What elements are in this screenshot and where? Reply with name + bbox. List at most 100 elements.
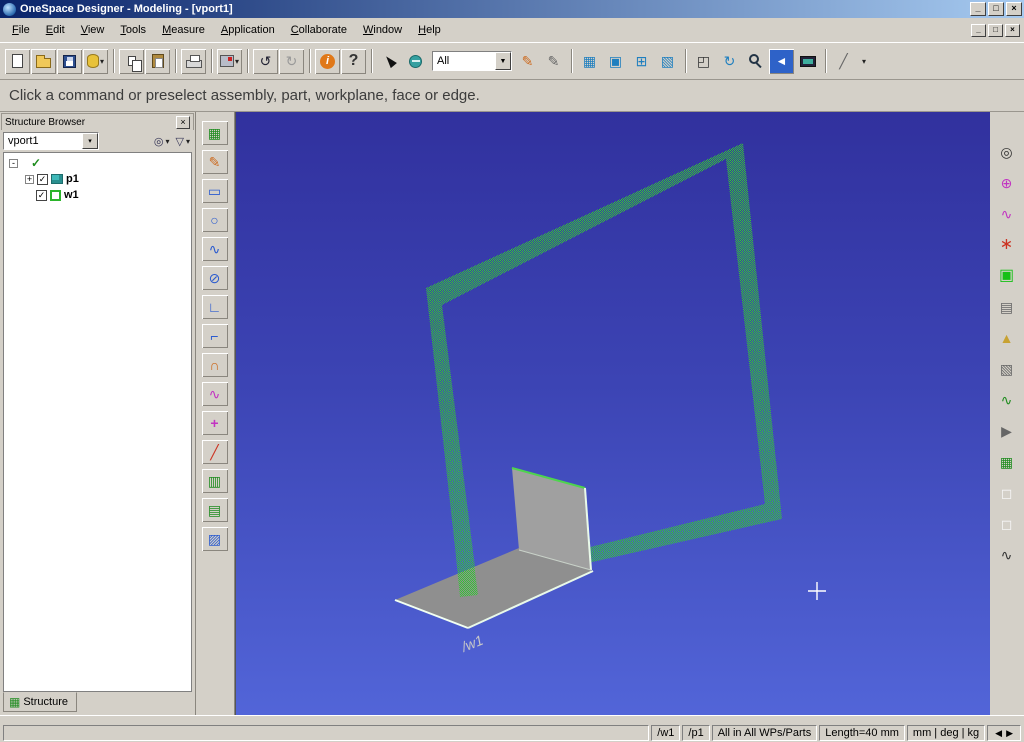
- print-button[interactable]: [181, 48, 206, 74]
- axis-tool-button[interactable]: ⊕: [994, 171, 1020, 195]
- database-button[interactable]: ▾: [83, 48, 108, 74]
- mdi-minimize-button[interactable]: _: [971, 23, 986, 37]
- root-node-dropdown-button[interactable]: ▾: [82, 133, 98, 149]
- cylinder-tool-button[interactable]: ◎: [994, 140, 1020, 164]
- back-view-button[interactable]: ◄: [769, 48, 794, 74]
- status-scope-field[interactable]: All in All WPs/Parts: [711, 725, 818, 741]
- menu-edit[interactable]: Edit: [38, 21, 73, 39]
- structure-tool-button[interactable]: ▦: [201, 121, 228, 145]
- menu-collaborate[interactable]: Collaborate: [283, 21, 355, 39]
- open-button[interactable]: [31, 48, 56, 74]
- nav-right-icon[interactable]: ▶: [1006, 728, 1013, 739]
- copy-button[interactable]: [119, 48, 144, 74]
- p1-checkbox[interactable]: ✓: [37, 173, 48, 185]
- w1-label[interactable]: w1: [64, 189, 79, 201]
- root-collapse-toggle[interactable]: -: [9, 158, 18, 168]
- find-dropdown-icon[interactable]: ▾: [166, 137, 170, 146]
- p1-expand-toggle[interactable]: +: [25, 174, 34, 184]
- zoom-window-button[interactable]: ▣: [603, 48, 628, 74]
- find-button[interactable]: ◎ ▾: [151, 132, 172, 150]
- workplane-frame[interactable]: [426, 143, 782, 592]
- viewport[interactable]: /w1: [235, 112, 990, 715]
- wave-tool-button[interactable]: ∿: [994, 388, 1020, 412]
- filter-button[interactable]: ▽ ▾: [173, 132, 192, 150]
- revolve-tool-button[interactable]: ▤: [201, 498, 228, 522]
- minimize-button[interactable]: _: [970, 2, 986, 16]
- status-part-field[interactable]: /p1: [682, 725, 710, 741]
- annotation-pencil-button[interactable]: ✎: [541, 48, 566, 74]
- info-button[interactable]: i: [315, 48, 340, 74]
- model-settings-dropdown-icon[interactable]: ▾: [235, 57, 239, 66]
- structure-browser-close-button[interactable]: ×: [176, 115, 190, 129]
- zoom-in-button[interactable]: [743, 48, 768, 74]
- point-tool-button[interactable]: +: [201, 411, 228, 435]
- select-window-button[interactable]: ◰: [691, 48, 716, 74]
- line-tool-button[interactable]: ╱: [201, 440, 228, 464]
- arc-tool-button[interactable]: ∩: [201, 353, 228, 377]
- redo-button[interactable]: ↻: [279, 48, 304, 74]
- extrude-tool-button[interactable]: ▥: [201, 469, 228, 493]
- curve3d-tool-button[interactable]: ∿: [994, 202, 1020, 226]
- ellipse-tool-button[interactable]: ⊘: [201, 266, 228, 290]
- menu-view[interactable]: View: [73, 21, 113, 39]
- sketch3d-tool-button[interactable]: ∿: [994, 543, 1020, 567]
- viewport-canvas[interactable]: /w1: [236, 112, 991, 715]
- status-units-field[interactable]: mm | deg | kg: [906, 725, 986, 741]
- spline-tool-button[interactable]: ∿: [201, 237, 228, 261]
- session-button[interactable]: [403, 48, 428, 74]
- help-button[interactable]: ?: [341, 48, 366, 74]
- note-tool-button[interactable]: ◻: [994, 481, 1020, 505]
- menu-application[interactable]: Application: [213, 21, 283, 39]
- draft-pencil-button[interactable]: ✎: [515, 48, 540, 74]
- mdi-close-button[interactable]: ×: [1005, 23, 1020, 37]
- solid-tool-button[interactable]: ▧: [994, 357, 1020, 381]
- save-button[interactable]: [57, 48, 82, 74]
- maximize-button[interactable]: □: [988, 2, 1004, 16]
- menu-file[interactable]: File: [4, 21, 38, 39]
- rotate-view-button[interactable]: ↻: [717, 48, 742, 74]
- select-button[interactable]: [377, 48, 402, 74]
- sketch-tool-button[interactable]: ✎: [201, 150, 228, 174]
- view-triad-button[interactable]: ⊞: [629, 48, 654, 74]
- circle-tool-button[interactable]: ○: [201, 208, 228, 232]
- menu-window[interactable]: Window: [355, 21, 410, 39]
- screen-capture-button[interactable]: [795, 48, 820, 74]
- mdi-restore-button[interactable]: □: [988, 23, 1003, 37]
- new-document-button[interactable]: [5, 48, 30, 74]
- label-tool-button[interactable]: ◻: [994, 512, 1020, 536]
- model-settings-button[interactable]: ▾: [217, 48, 242, 74]
- p1-label[interactable]: p1: [66, 173, 79, 185]
- filter-dropdown-icon[interactable]: ▾: [186, 137, 190, 146]
- stack-tool-button[interactable]: ▤: [994, 295, 1020, 319]
- menu-help[interactable]: Help: [410, 21, 449, 39]
- database-dropdown-icon[interactable]: ▾: [100, 57, 104, 66]
- nav-left-icon[interactable]: ◀: [995, 728, 1002, 739]
- viewport-grid-button[interactable]: ▦: [577, 48, 602, 74]
- w1-checkbox[interactable]: ✓: [36, 189, 47, 201]
- paste-button[interactable]: [145, 48, 170, 74]
- close-button[interactable]: ×: [1006, 2, 1022, 16]
- corner-tool-button[interactable]: ∟: [201, 295, 228, 319]
- status-workplane-field[interactable]: /w1: [651, 725, 681, 741]
- toolbar-overflow-button[interactable]: ▾: [857, 48, 870, 74]
- menu-measure[interactable]: Measure: [154, 21, 213, 39]
- trim-tool-button[interactable]: ⌐: [201, 324, 228, 348]
- selection-filter-combo[interactable]: All ▼: [432, 51, 512, 71]
- tree-root-row[interactable]: - ✓: [4, 155, 191, 171]
- tree-row-p1[interactable]: + ✓ p1: [4, 171, 191, 187]
- tree-row-w1[interactable]: ✓ w1: [4, 187, 191, 203]
- shaded-view-button[interactable]: ▧: [655, 48, 680, 74]
- hatch-tool-button[interactable]: ▨: [201, 527, 228, 551]
- curve-tool-button[interactable]: ∿: [201, 382, 228, 406]
- pointer-tool-button[interactable]: ▶: [994, 419, 1020, 443]
- tab-structure[interactable]: ▦ Structure: [3, 692, 77, 712]
- datum-tool-button[interactable]: ∗: [994, 233, 1020, 257]
- rectangle-tool-button[interactable]: ▭: [201, 179, 228, 203]
- mesh-tool-button[interactable]: ▦: [994, 450, 1020, 474]
- cone-tool-button[interactable]: ▲: [994, 326, 1020, 350]
- measure-line-button[interactable]: ╱: [831, 48, 856, 74]
- undo-button[interactable]: ↺: [253, 48, 278, 74]
- root-node-combo[interactable]: vport1 ▾: [3, 132, 99, 150]
- selection-filter-dropdown-button[interactable]: ▼: [495, 52, 511, 70]
- active-workplane-button[interactable]: ▣: [994, 264, 1020, 288]
